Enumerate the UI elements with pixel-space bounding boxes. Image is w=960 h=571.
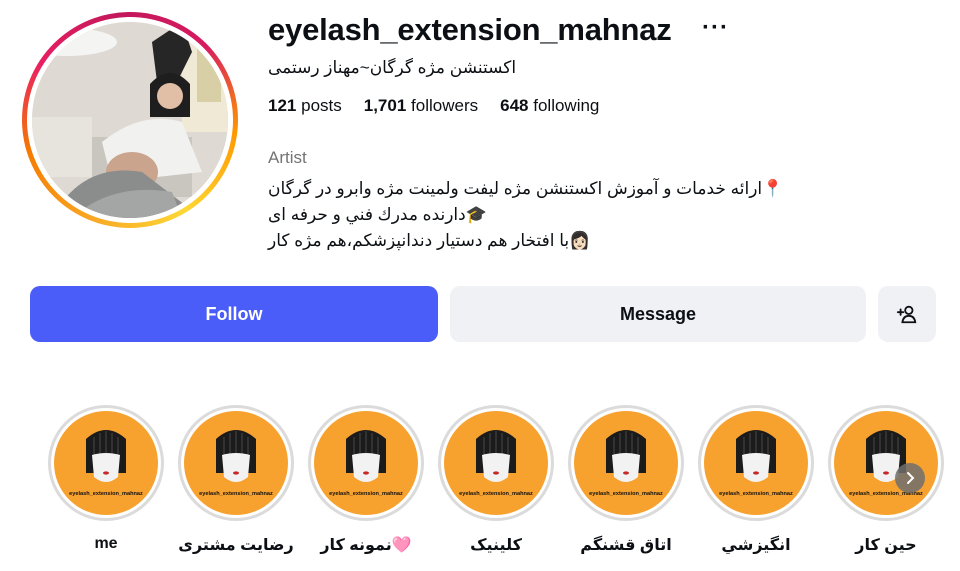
highlight-gap: eyelash_extension_mahnaz — [441, 408, 551, 518]
highlight-item[interactable]: eyelash_extension_mahnazme — [48, 405, 164, 553]
profile-full-name: اکستنشن مژه گرگان~مهناز رستمی — [268, 58, 517, 77]
highlight-cover-text: eyelash_extension_mahnaz — [329, 491, 403, 497]
highlight-item[interactable]: eyelash_extension_mahnaz کلینیک — [438, 405, 554, 555]
posts-stat: 121 posts — [268, 96, 342, 116]
highlight-cover-text: eyelash_extension_mahnaz — [69, 491, 143, 497]
following-count: 648 — [500, 96, 529, 115]
highlight-ring: eyelash_extension_mahnaz — [698, 405, 814, 521]
highlight-ring: eyelash_extension_mahnaz — [828, 405, 944, 521]
message-button[interactable]: Message — [450, 286, 866, 342]
profile-category: Artist — [268, 148, 307, 167]
person-add-icon — [896, 305, 917, 324]
highlight-label: اتاق قشنگم — [580, 537, 672, 554]
highlight-cover-text: eyelash_extension_mahnaz — [199, 491, 273, 497]
highlight-item[interactable]: eyelash_extension_mahnaz انگیزشي — [698, 405, 814, 555]
highlight-label: انگیزشي — [721, 537, 791, 554]
highlight-item[interactable]: eyelash_extension_mahnaz 🩷نمونه کار — [308, 405, 424, 555]
follow-button[interactable]: Follow — [30, 286, 438, 342]
highlight-label: me — [94, 535, 118, 552]
followers-label: followers — [411, 96, 479, 115]
bio-line: 📍ارائه خدمات و آموزش اکستنشن مژه لیفت ول… — [268, 179, 784, 198]
highlight-cover: eyelash_extension_mahnaz — [834, 411, 938, 515]
highlight-label: کلینیک — [470, 537, 522, 554]
highlight-cover-text: eyelash_extension_mahnaz — [459, 491, 533, 497]
highlight-gap: eyelash_extension_mahnaz — [831, 408, 941, 518]
posts-label: posts — [301, 96, 342, 115]
followers-count: 1,701 — [363, 96, 407, 115]
following-stat[interactable]: 648 following — [500, 96, 599, 116]
followers-stat[interactable]: 1,701 followers — [364, 96, 478, 116]
highlights-next-button[interactable] — [895, 463, 925, 493]
avatar-gap — [27, 17, 233, 223]
highlight-ring: eyelash_extension_mahnaz — [568, 405, 684, 521]
story-highlights: eyelash_extension_mahnaz me eyelash_extens… — [0, 405, 960, 571]
highlight-gap: eyelash_extension_mahnaz — [571, 408, 681, 518]
profile-avatar-ring[interactable] — [22, 12, 238, 228]
highlight-cover-text: eyelash_extension_mahnaz — [719, 491, 793, 497]
profile-avatar — [32, 22, 228, 218]
profile-stats: 121 posts 1,701 followers 648 following — [268, 96, 599, 116]
highlight-label: رضایت مشتری — [178, 537, 294, 554]
highlight-cover: eyelash_extension_mahnaz — [704, 411, 808, 515]
highlight-cover: eyelash_extension_mahnaz — [184, 411, 288, 515]
highlight-gap: eyelash_extension_mahnaz — [701, 408, 811, 518]
highlight-cover: eyelash_extension_mahnaz — [574, 411, 678, 515]
more-options-button[interactable]: ··· — [702, 14, 729, 42]
profile-bio: 📍ارائه خدمات و آموزش اکستنشن مژه لیفت ول… — [268, 176, 800, 254]
highlight-cover-text: eyelash_extension_mahnaz — [589, 491, 663, 497]
highlight-gap: eyelash_extension_mahnaz — [311, 408, 421, 518]
highlight-ring: eyelash_extension_mahnaz — [48, 405, 164, 521]
bio-line: 👩🏻با افتخار هم دستیار دندانپزشکم،هم مژه … — [268, 231, 591, 250]
highlight-ring: eyelash_extension_mahnaz — [308, 405, 424, 521]
highlight-cover-text: eyelash_extension_mahnaz — [849, 491, 923, 497]
highlight-cover: eyelash_extension_mahnaz — [54, 411, 158, 515]
highlight-ring: eyelash_extension_mahnaz — [178, 405, 294, 521]
highlight-gap: eyelash_extension_mahnaz — [51, 408, 161, 518]
highlight-ring: eyelash_extension_mahnaz — [438, 405, 554, 521]
more-horizontal-icon: ··· — [702, 14, 729, 41]
highlight-label: 🩷نمونه کار — [320, 537, 412, 554]
highlight-item[interactable]: eyelash_extension_mahnaz اتاق قشنگم — [568, 405, 684, 555]
highlight-cover: eyelash_extension_mahnaz — [444, 411, 548, 515]
suggest-user-button[interactable] — [878, 286, 936, 342]
highlight-gap: eyelash_extension_mahnaz — [181, 408, 291, 518]
bio-line: 🎓دارنده مدرك فني و حرفه اى — [268, 205, 487, 224]
profile-username: eyelash_extension_mahnaz — [268, 12, 672, 47]
highlight-item[interactable]: eyelash_extension_mahnaz حین کار — [828, 405, 944, 555]
highlight-item[interactable]: eyelash_extension_mahnaz رضایت مشتری — [178, 405, 294, 555]
chevron-right-icon — [907, 472, 915, 484]
highlight-label: حین کار — [855, 537, 917, 554]
posts-count: 121 — [268, 96, 297, 115]
highlight-cover: eyelash_extension_mahnaz — [314, 411, 418, 515]
following-label: following — [533, 96, 600, 115]
